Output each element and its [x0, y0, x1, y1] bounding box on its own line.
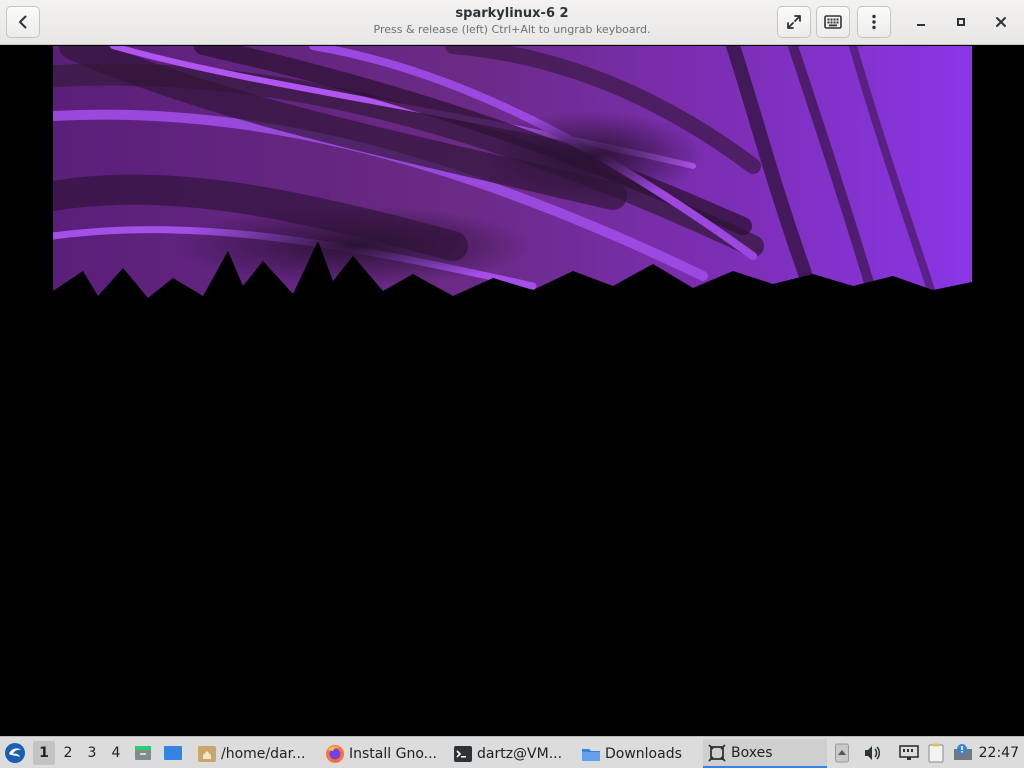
task-firefox[interactable]: Install Gno...	[321, 739, 443, 768]
desktop-icon	[164, 746, 182, 760]
updates-tray-button[interactable]	[952, 737, 974, 768]
workspace-2[interactable]: 2	[57, 741, 79, 765]
minimize-button[interactable]	[907, 8, 935, 36]
task-terminal[interactable]: dartz@VM...	[449, 739, 573, 768]
fractal-wallpaper	[53, 46, 972, 304]
task-home-folder[interactable]: /home/dar...	[193, 739, 311, 768]
task-label: /home/dar...	[221, 745, 306, 762]
fullscreen-icon	[787, 15, 801, 29]
volume-icon	[865, 746, 880, 760]
keyboard-icon	[824, 15, 842, 29]
clock[interactable]: 22:47	[979, 737, 1019, 768]
taskbar: 1 2 3 4 /home/dar... Install Gno... dart…	[0, 736, 1024, 768]
clipboard-tray-button[interactable]	[926, 737, 946, 768]
kebab-menu-icon	[872, 14, 876, 30]
file-cabinet-icon	[135, 746, 151, 760]
tray-scroll-button[interactable]	[835, 737, 849, 768]
maximize-icon	[957, 18, 965, 26]
window-title-area: sparkylinux-6 2 Press & release (left) C…	[300, 5, 724, 37]
clipboard-icon	[928, 743, 944, 763]
back-button[interactable]	[6, 6, 40, 38]
sparky-logo-icon	[5, 743, 25, 763]
folder-icon	[581, 744, 601, 764]
start-menu-button[interactable]	[4, 737, 26, 768]
volume-tray-button[interactable]	[862, 737, 882, 768]
window-subtitle: Press & release (left) Ctrl+Alt to ungra…	[373, 23, 651, 36]
task-label: Downloads	[605, 745, 682, 762]
task-boxes[interactable]: Boxes	[703, 739, 827, 768]
folder-home-icon	[197, 744, 217, 764]
menu-button[interactable]	[857, 6, 891, 38]
back-arrow-icon	[19, 15, 27, 29]
header-bar: sparkylinux-6 2 Press & release (left) C…	[0, 0, 1024, 45]
task-label: Install Gno...	[349, 745, 437, 762]
file-manager-launcher[interactable]	[133, 737, 153, 768]
vm-display[interactable]	[0, 46, 1024, 735]
network-wired-icon	[899, 745, 919, 760]
show-desktop-button[interactable]	[163, 737, 183, 768]
maximize-button[interactable]	[947, 8, 975, 36]
firefox-icon	[325, 744, 345, 764]
close-button[interactable]	[987, 8, 1015, 36]
workspace-3[interactable]: 3	[81, 741, 103, 765]
boxes-icon	[707, 743, 727, 763]
window-title: sparkylinux-6 2	[455, 6, 569, 21]
keyboard-button[interactable]	[816, 6, 850, 38]
workspace-1[interactable]: 1	[33, 741, 55, 765]
update-notification-icon	[954, 744, 972, 760]
tray-up-arrow-icon	[835, 743, 849, 763]
close-icon	[996, 17, 1006, 27]
terminal-icon	[453, 744, 473, 764]
task-label: dartz@VM...	[477, 745, 563, 762]
task-label: Boxes	[731, 744, 773, 761]
network-tray-button[interactable]	[898, 737, 920, 768]
task-downloads[interactable]: Downloads	[577, 739, 697, 768]
minimize-icon	[917, 24, 925, 26]
workspace-4[interactable]: 4	[105, 741, 127, 765]
fullscreen-button[interactable]	[777, 6, 811, 38]
